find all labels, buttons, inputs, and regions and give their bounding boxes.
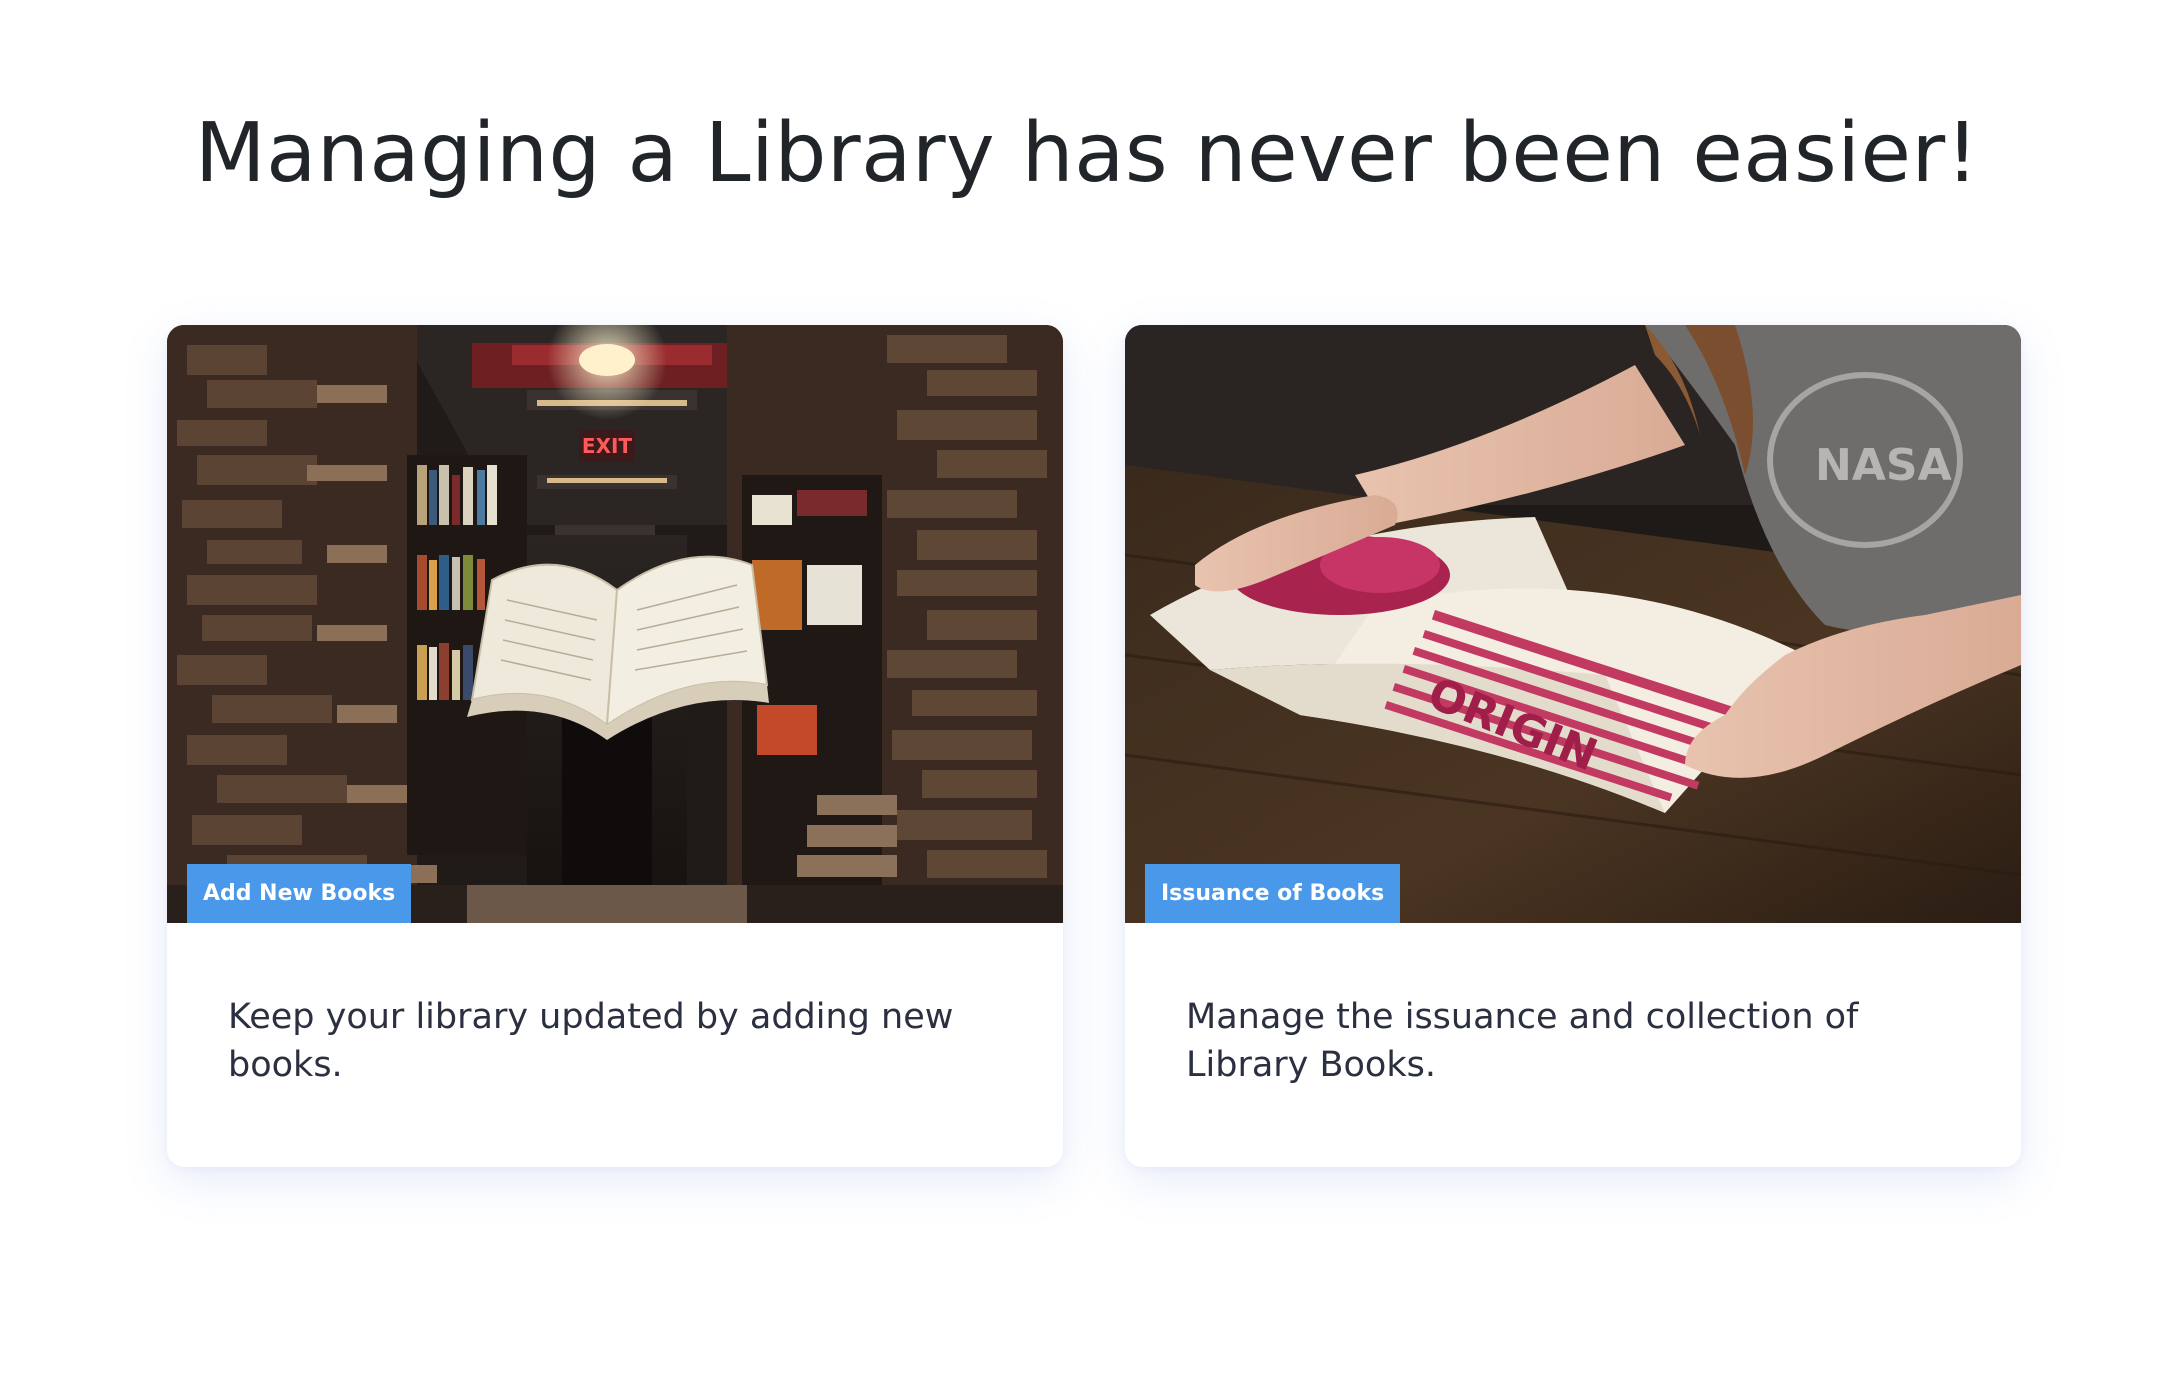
page: Managing a Library has never been easier… (0, 0, 2174, 1376)
svg-text:EXIT: EXIT (582, 434, 633, 458)
card-issuance-of-books[interactable]: NASA ORIGIN Issuance of Books Manage the… (1125, 325, 2021, 1167)
page-title: Managing a Library has never been easier… (194, 106, 1980, 201)
feature-cards: EXIT Add New Books Keep your library upd… (167, 325, 2021, 1167)
card-add-new-books[interactable]: EXIT Add New Books Keep your library upd… (167, 325, 1063, 1167)
card-description: Keep your library updated by adding new … (228, 997, 954, 1085)
card-description: Manage the issuance and collection of Li… (1186, 997, 1859, 1085)
badge-issuance-of-books[interactable]: Issuance of Books (1145, 864, 1401, 923)
card-image-reading: NASA ORIGIN Issuance of Books (1125, 325, 2021, 923)
badge-add-new-books[interactable]: Add New Books (187, 864, 412, 923)
card-image-library: EXIT Add New Books (167, 325, 1063, 923)
library-aisle-image: EXIT (167, 325, 1063, 923)
svg-text:NASA: NASA (1815, 440, 1952, 491)
reading-magazine-image: NASA ORIGIN (1125, 325, 2021, 923)
